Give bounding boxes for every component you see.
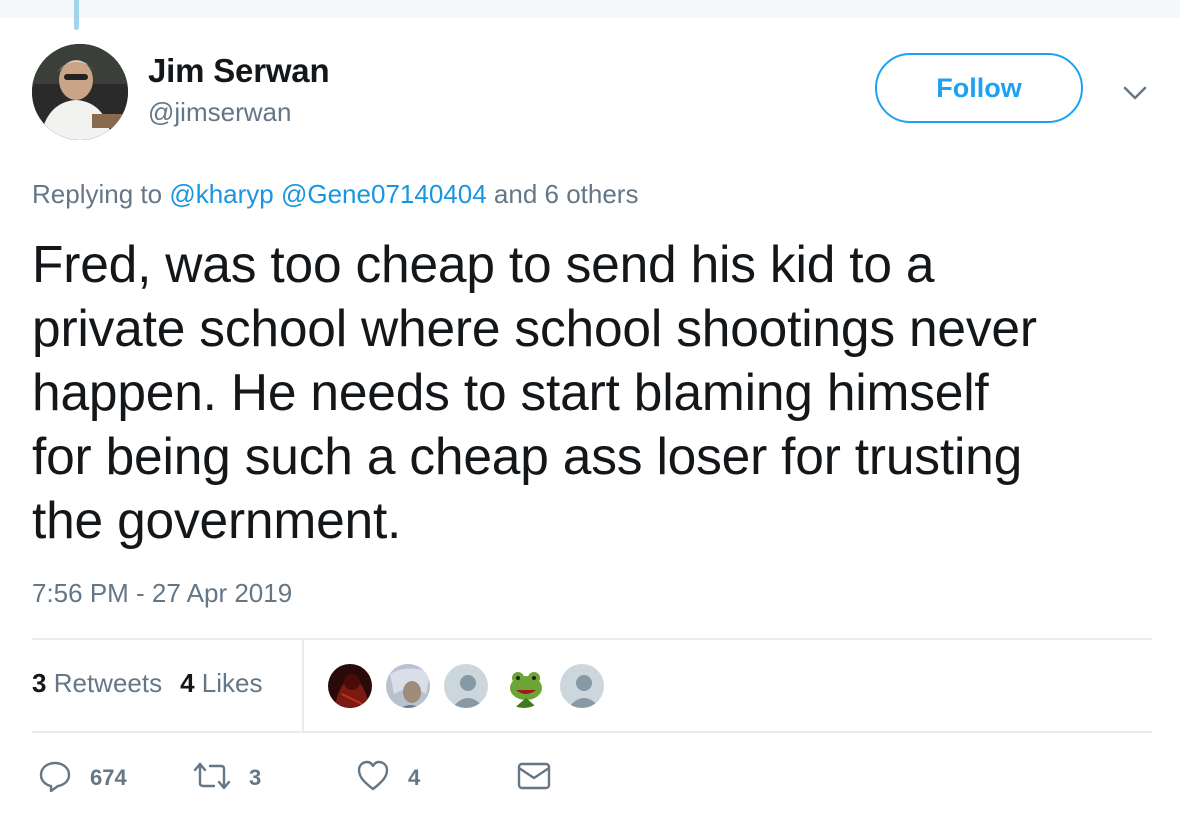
stats-separator [302, 640, 304, 732]
reply-icon[interactable] [38, 759, 72, 798]
like-action[interactable]: 4 [356, 758, 420, 798]
author-name[interactable]: Jim Serwan [148, 52, 330, 90]
retweet-action[interactable]: 3 [193, 758, 261, 798]
liker-avatar[interactable] [558, 662, 606, 710]
mention-link[interactable]: @Gene07140404 [281, 179, 487, 209]
liker-avatar[interactable] [326, 662, 374, 710]
likes-label: Likes [201, 668, 263, 698]
author-handle[interactable]: @jimserwan [148, 97, 291, 128]
likes-stat[interactable]: 4 Likes [180, 668, 262, 698]
message-icon[interactable] [516, 760, 552, 797]
timestamp[interactable]: 7:56 PM - 27 Apr 2019 [32, 578, 292, 609]
retweets-label: Retweets [53, 668, 163, 698]
tweet-text: Fred, was too cheap to send his kid to a… [32, 232, 1152, 552]
liker-avatar[interactable] [384, 662, 432, 710]
tweet-text-line: the government. [32, 491, 402, 549]
reply-count: 674 [90, 765, 127, 790]
reply-action[interactable]: 674 [38, 758, 127, 798]
tweet-text-line: happen. He needs to start blaming himsel… [32, 363, 989, 421]
tweet-text-line: Fred, was too cheap to send his kid to a [32, 235, 935, 293]
others-link[interactable]: and 6 others [494, 179, 639, 209]
message-action[interactable] [516, 758, 552, 798]
liker-avatar[interactable] [442, 662, 490, 710]
tweet-stats: 3 Retweets 4 Likes [32, 668, 263, 699]
retweet-count: 3 [249, 765, 262, 790]
liker-avatar[interactable] [500, 662, 548, 710]
retweets-count: 3 [32, 668, 47, 698]
replying-to-label: Replying to [32, 179, 163, 209]
tweet-text-line: private school where school shootings ne… [32, 299, 1037, 357]
likes-count: 4 [180, 668, 195, 698]
thread-connector [74, 0, 79, 30]
avatar[interactable] [32, 44, 128, 140]
retweets-stat[interactable]: 3 Retweets [32, 668, 162, 698]
previous-tweet-strip [0, 0, 1180, 18]
like-count: 4 [408, 765, 421, 790]
divider [32, 731, 1152, 733]
replying-to: Replying to @kharyp @Gene07140404 and 6 … [32, 179, 638, 210]
follow-button[interactable]: Follow [875, 53, 1083, 123]
divider [32, 638, 1152, 640]
chevron-down-icon[interactable] [1120, 78, 1150, 108]
mention-link[interactable]: @kharyp [169, 179, 273, 209]
retweet-icon[interactable] [193, 759, 231, 798]
heart-icon[interactable] [356, 759, 390, 798]
tweet-text-line: for being such a cheap ass loser for tru… [32, 427, 1023, 485]
